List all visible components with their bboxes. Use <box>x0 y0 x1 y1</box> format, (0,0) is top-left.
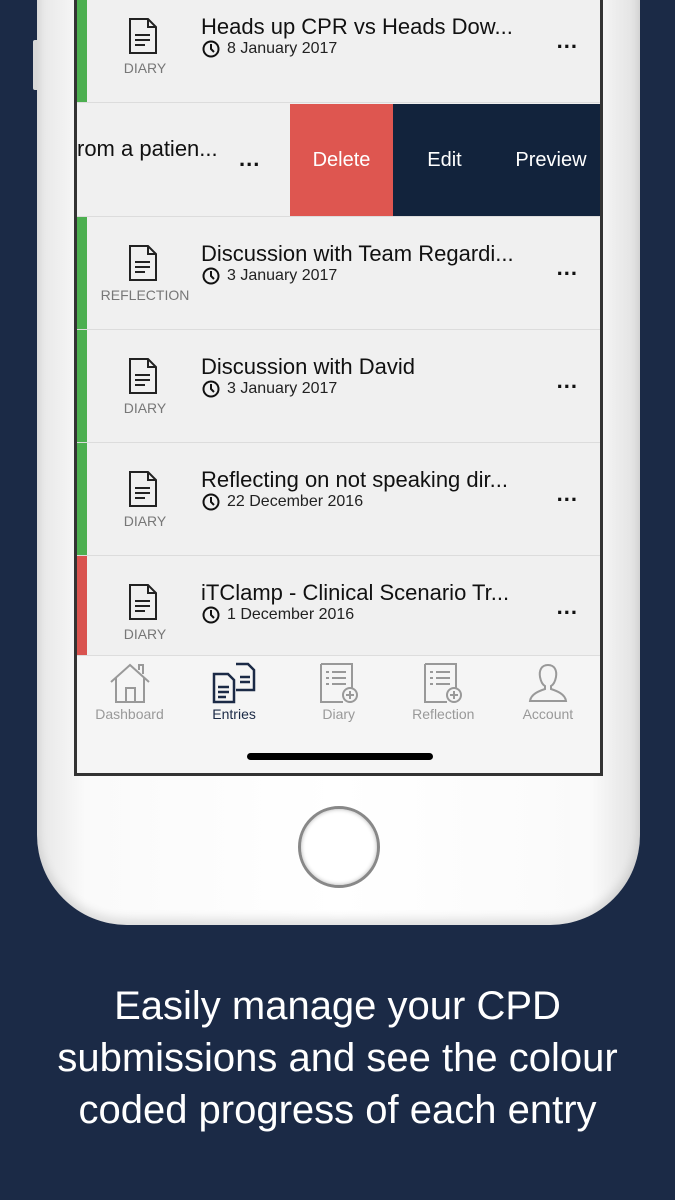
caption: Easily manage your CPD submissions and s… <box>57 984 618 1132</box>
preview-button[interactable]: Preview <box>496 104 600 216</box>
tab-entries[interactable]: Entries <box>182 662 287 722</box>
add-document-icon <box>391 662 496 704</box>
tab-label: Diary <box>322 706 356 722</box>
more-icon[interactable]: ... <box>557 28 578 54</box>
phone-screen: DIARY Heads up CPR vs Heads Dow... 8 Jan… <box>74 0 603 776</box>
entry-title: Heads up CPR vs Heads Dow... <box>201 14 513 39</box>
entry-type: DIARY <box>123 626 167 642</box>
entry-title: rom a patien... <box>77 136 218 161</box>
add-document-icon <box>286 662 391 704</box>
entry-type: DIARY <box>123 60 167 76</box>
entry-title: Discussion with David <box>201 354 415 379</box>
clock-icon <box>202 380 220 398</box>
status-stripe <box>77 0 87 102</box>
status-stripe <box>77 330 87 442</box>
document-icon <box>129 245 157 281</box>
document-icon <box>129 584 157 620</box>
more-icon[interactable]: ... <box>557 481 578 507</box>
user-icon <box>495 662 600 704</box>
entry-title: iTClamp - Clinical Scenario Tr... <box>201 580 510 605</box>
entry-date: 3 January 2017 <box>227 267 338 284</box>
clock-icon <box>202 606 220 624</box>
tab-diary[interactable]: Diary <box>286 662 391 722</box>
entry-row[interactable]: REFLECTION Discussion with Team Regardi.… <box>77 217 600 330</box>
entry-date: 1 December 2016 <box>227 606 355 623</box>
entry-date: 8 January 2017 <box>227 40 338 57</box>
entry-type: REFLECTION <box>100 287 190 303</box>
entry-date: 22 December 2016 <box>227 493 364 510</box>
tab-dashboard[interactable]: Dashboard <box>77 662 182 722</box>
entry-type: DIARY <box>123 400 167 416</box>
tab-reflection[interactable]: Reflection <box>391 662 496 722</box>
entry-row[interactable]: DIARY Discussion with David 3 January 20… <box>77 330 600 443</box>
status-stripe <box>77 443 87 555</box>
entries-icon <box>182 662 287 704</box>
entry-title: Reflecting on not speaking dir... <box>201 467 508 492</box>
entry-row[interactable]: DIARY Reflecting on not speaking dir... … <box>77 443 600 556</box>
more-icon[interactable]: ... <box>557 594 578 620</box>
home-indicator <box>247 753 433 760</box>
entry-type: DIARY <box>123 513 167 529</box>
entry-date: 3 January 2017 <box>227 380 338 397</box>
tab-label: Reflection <box>412 706 475 722</box>
document-icon <box>129 471 157 507</box>
delete-button[interactable]: Delete <box>290 104 393 216</box>
status-stripe <box>77 217 87 329</box>
status-stripe <box>77 556 87 668</box>
home-icon <box>77 662 182 704</box>
document-icon <box>129 358 157 394</box>
tab-label: Entries <box>212 706 256 722</box>
entry-row[interactable]: DIARY iTClamp - Clinical Scenario Tr... … <box>77 556 600 669</box>
more-icon[interactable]: ... <box>557 368 578 394</box>
entries-list: DIARY Heads up CPR vs Heads Dow... 8 Jan… <box>77 0 600 773</box>
tab-label: Account <box>522 706 574 722</box>
entry-row[interactable]: rom a patien... ... Delete Edit Preview <box>77 104 600 217</box>
document-icon <box>129 18 157 54</box>
tab-label: Dashboard <box>95 706 164 722</box>
entry-title: Discussion with Team Regardi... <box>201 241 514 266</box>
clock-icon <box>202 267 220 285</box>
more-icon[interactable]: ... <box>239 146 260 172</box>
entry-row[interactable]: DIARY Heads up CPR vs Heads Dow... 8 Jan… <box>77 0 600 103</box>
home-button[interactable] <box>298 806 380 888</box>
more-icon[interactable]: ... <box>557 255 578 281</box>
edit-button[interactable]: Edit <box>393 104 496 216</box>
clock-icon <box>202 40 220 58</box>
clock-icon <box>202 493 220 511</box>
tab-account[interactable]: Account <box>495 662 600 722</box>
